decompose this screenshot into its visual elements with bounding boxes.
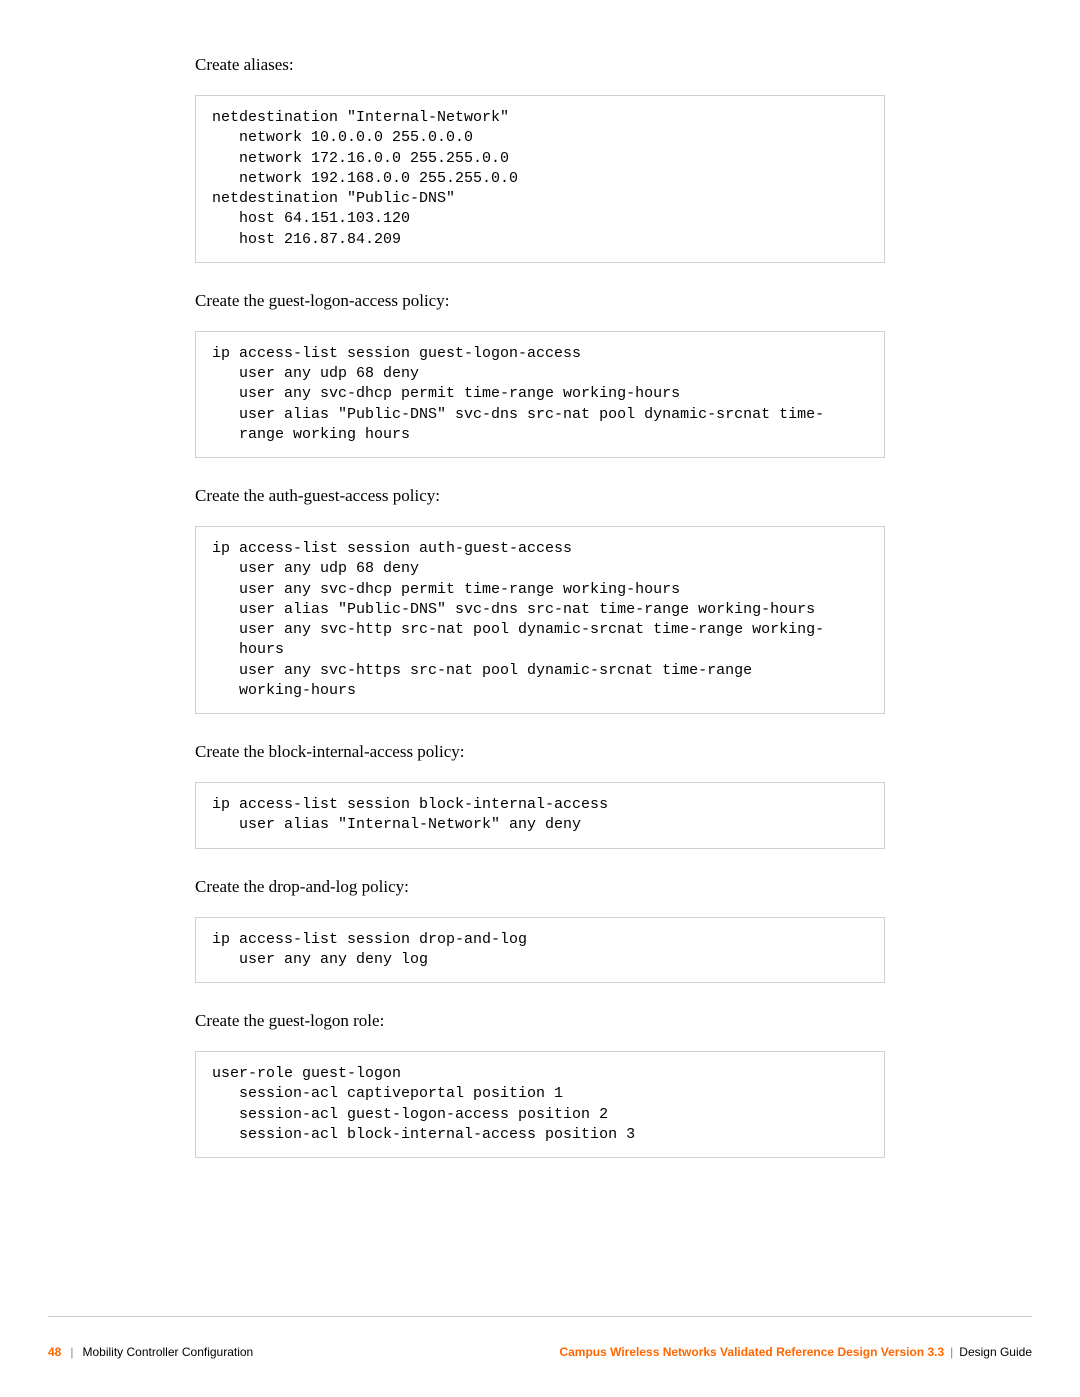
separator: | (950, 1345, 953, 1359)
chapter-name: Mobility Controller Configuration (82, 1345, 253, 1359)
code-block: ip access-list session auth-guest-access… (195, 526, 885, 714)
section-label: Create the auth-guest-access policy: (195, 486, 885, 506)
section-label: Create the guest-logon-access policy: (195, 291, 885, 311)
section-label: Create the block-internal-access policy: (195, 742, 885, 762)
section-1: Create aliases: netdestination "Internal… (195, 55, 885, 263)
footer-left: 48 | Mobility Controller Configuration (48, 1345, 253, 1359)
design-guide-label: Design Guide (959, 1345, 1032, 1359)
page-number: 48 (48, 1345, 61, 1359)
section-2: Create the guest-logon-access policy: ip… (195, 291, 885, 458)
section-label: Create the drop-and-log policy: (195, 877, 885, 897)
section-4: Create the block-internal-access policy:… (195, 742, 885, 849)
section-3: Create the auth-guest-access policy: ip … (195, 486, 885, 714)
main-content: Create aliases: netdestination "Internal… (195, 55, 885, 1158)
code-block: ip access-list session block-internal-ac… (195, 782, 885, 849)
footer-text: 48 | Mobility Controller Configuration C… (48, 1345, 1032, 1359)
section-label: Create the guest-logon role: (195, 1011, 885, 1031)
page-footer: 48 | Mobility Controller Configuration C… (0, 1316, 1080, 1397)
section-6: Create the guest-logon role: user-role g… (195, 1011, 885, 1158)
document-title: Campus Wireless Networks Validated Refer… (559, 1345, 944, 1359)
footer-divider (48, 1316, 1032, 1317)
separator: | (70, 1345, 73, 1359)
code-block: user-role guest-logon session-acl captiv… (195, 1051, 885, 1158)
section-5: Create the drop-and-log policy: ip acces… (195, 877, 885, 984)
footer-right: Campus Wireless Networks Validated Refer… (559, 1345, 1032, 1359)
code-block: netdestination "Internal-Network" networ… (195, 95, 885, 263)
section-label: Create aliases: (195, 55, 885, 75)
code-block: ip access-list session drop-and-log user… (195, 917, 885, 984)
code-block: ip access-list session guest-logon-acces… (195, 331, 885, 458)
